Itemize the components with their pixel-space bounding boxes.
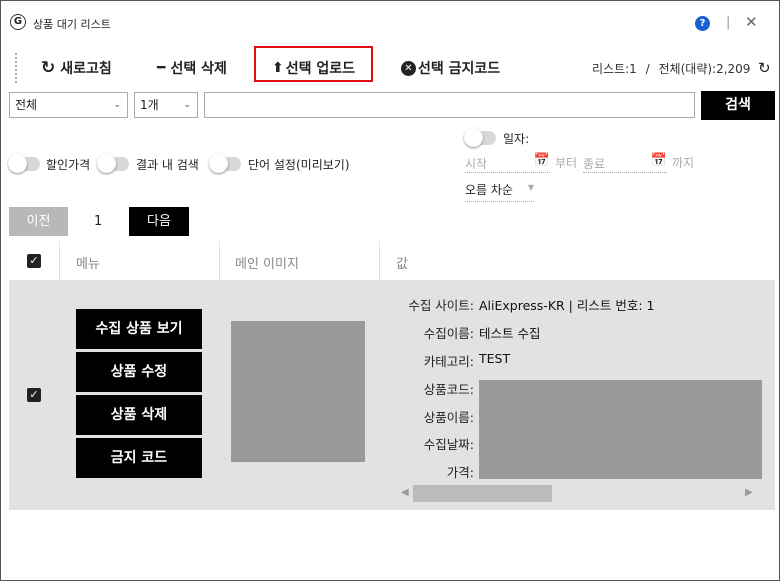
field-label-category: 카테고리: bbox=[423, 354, 474, 369]
caret-down-icon: ▼ bbox=[527, 183, 534, 192]
end-date-placeholder: 종료 bbox=[583, 157, 606, 171]
column-divider bbox=[379, 241, 380, 280]
list-count: 리스트:1 bbox=[592, 62, 637, 76]
discount-price-toggle[interactable] bbox=[8, 154, 40, 173]
start-date-input[interactable]: 시작 📅 bbox=[465, 153, 550, 173]
refresh-icon: ↻ bbox=[41, 58, 56, 78]
toolbar-grip bbox=[15, 53, 17, 83]
count-select[interactable]: 1개 ⌄ bbox=[134, 92, 198, 118]
word-settings-toggle[interactable] bbox=[209, 154, 241, 173]
field-value-collection-name: 테스트 수집 bbox=[479, 326, 541, 341]
column-divider bbox=[219, 241, 220, 280]
sort-value: 오름 차순 bbox=[465, 183, 513, 197]
view-collected-product-button[interactable]: 수집 상품 보기 bbox=[76, 309, 202, 349]
window: G 상품 대기 리스트 ? | ✕ ↻ 새로고침 ━ 선택 삭제 ⬆ 선택 업로… bbox=[0, 0, 780, 581]
row-checkbox[interactable]: ✓ bbox=[27, 388, 41, 402]
header-main-image: 메인 이미지 bbox=[235, 257, 299, 272]
banned-code-button[interactable]: ✕ 선택 금지코드 bbox=[401, 58, 500, 78]
field-label-collected-date: 수집날짜: bbox=[423, 437, 474, 452]
app-logo-icon: G bbox=[10, 14, 26, 30]
until-label: 까지 bbox=[672, 156, 695, 170]
calendar-icon[interactable]: 📅 bbox=[651, 153, 667, 168]
count-divider: / bbox=[645, 62, 650, 76]
select-all-checkbox[interactable]: ✓ bbox=[27, 254, 41, 268]
sort-select[interactable]: 오름 차순 ▼ bbox=[465, 181, 534, 202]
field-values-redacted bbox=[479, 380, 762, 479]
chevron-down-icon: ⌄ bbox=[113, 100, 121, 110]
from-label: 부터 bbox=[555, 156, 578, 170]
upload-selected-label: 선택 업로드 bbox=[285, 61, 356, 77]
chevron-down-icon: ⌄ bbox=[183, 100, 191, 110]
help-icon[interactable]: ? bbox=[695, 16, 710, 31]
field-label-collection-name: 수집이름: bbox=[423, 326, 474, 341]
count-select-value: 1개 bbox=[140, 98, 159, 112]
main-image-placeholder bbox=[231, 321, 365, 462]
search-in-results-label: 결과 내 검색 bbox=[136, 158, 199, 172]
field-label-product-code: 상품코드: bbox=[423, 382, 474, 397]
scope-select-value: 전체 bbox=[15, 98, 38, 112]
table-header bbox=[9, 241, 775, 281]
next-page-button[interactable]: 다음 bbox=[129, 207, 189, 236]
edit-product-button[interactable]: 상품 수정 bbox=[76, 352, 202, 392]
start-date-placeholder: 시작 bbox=[465, 157, 488, 171]
end-date-input[interactable]: 종료 📅 bbox=[583, 153, 667, 173]
refresh-button[interactable]: ↻ 새로고침 bbox=[41, 58, 112, 78]
search-in-results-toggle[interactable] bbox=[97, 154, 129, 173]
list-counts: 리스트:1 / 전체(대략):2,209 bbox=[592, 60, 750, 77]
column-divider bbox=[59, 241, 60, 280]
upload-icon: ⬆ bbox=[272, 60, 284, 76]
field-label-price: 가격: bbox=[446, 465, 474, 480]
scroll-right-icon[interactable]: ▶ bbox=[745, 487, 753, 498]
scope-select[interactable]: 전체 ⌄ bbox=[9, 92, 128, 118]
horizontal-scrollbar-thumb[interactable] bbox=[413, 485, 552, 502]
upload-selected-button[interactable]: ⬆ 선택 업로드 bbox=[272, 58, 355, 78]
field-label-product-name: 상품이름: bbox=[423, 410, 474, 425]
date-label: 일자: bbox=[503, 132, 530, 146]
close-icon[interactable]: ✕ bbox=[745, 13, 758, 31]
prev-page-button[interactable]: 이전 bbox=[9, 207, 68, 236]
refresh-label: 새로고침 bbox=[60, 61, 112, 77]
banned-code-label: 선택 금지코드 bbox=[418, 61, 501, 77]
search-button[interactable]: 검색 bbox=[701, 91, 775, 120]
reload-count-icon[interactable]: ↻ bbox=[758, 59, 771, 77]
window-title: 상품 대기 리스트 bbox=[33, 18, 111, 31]
search-input[interactable] bbox=[204, 92, 695, 118]
delete-selected-label: 선택 삭제 bbox=[170, 61, 227, 77]
scroll-left-icon[interactable]: ◀ bbox=[401, 487, 409, 498]
title-separator: | bbox=[726, 15, 731, 30]
header-value: 값 bbox=[396, 257, 408, 272]
word-settings-label: 단어 설정(미리보기) bbox=[248, 158, 350, 172]
header-menu: 메뉴 bbox=[76, 257, 100, 272]
field-value-category: TEST bbox=[479, 351, 511, 366]
total-count: 전체(대략):2,209 bbox=[658, 62, 751, 76]
calendar-icon[interactable]: 📅 bbox=[534, 153, 550, 168]
delete-product-button[interactable]: 상품 삭제 bbox=[76, 395, 202, 435]
date-toggle[interactable] bbox=[464, 128, 496, 147]
field-label-site: 수집 사이트: bbox=[408, 298, 474, 313]
banned-code-row-button[interactable]: 금지 코드 bbox=[76, 438, 202, 478]
page-number: 1 bbox=[94, 214, 103, 229]
minus-icon: ━ bbox=[157, 60, 166, 76]
x-circle-icon: ✕ bbox=[401, 60, 416, 76]
discount-price-label: 할인가격 bbox=[46, 158, 91, 172]
delete-selected-button[interactable]: ━ 선택 삭제 bbox=[157, 58, 227, 78]
field-value-site: AliExpress-KR | 리스트 번호: 1 bbox=[479, 298, 655, 313]
